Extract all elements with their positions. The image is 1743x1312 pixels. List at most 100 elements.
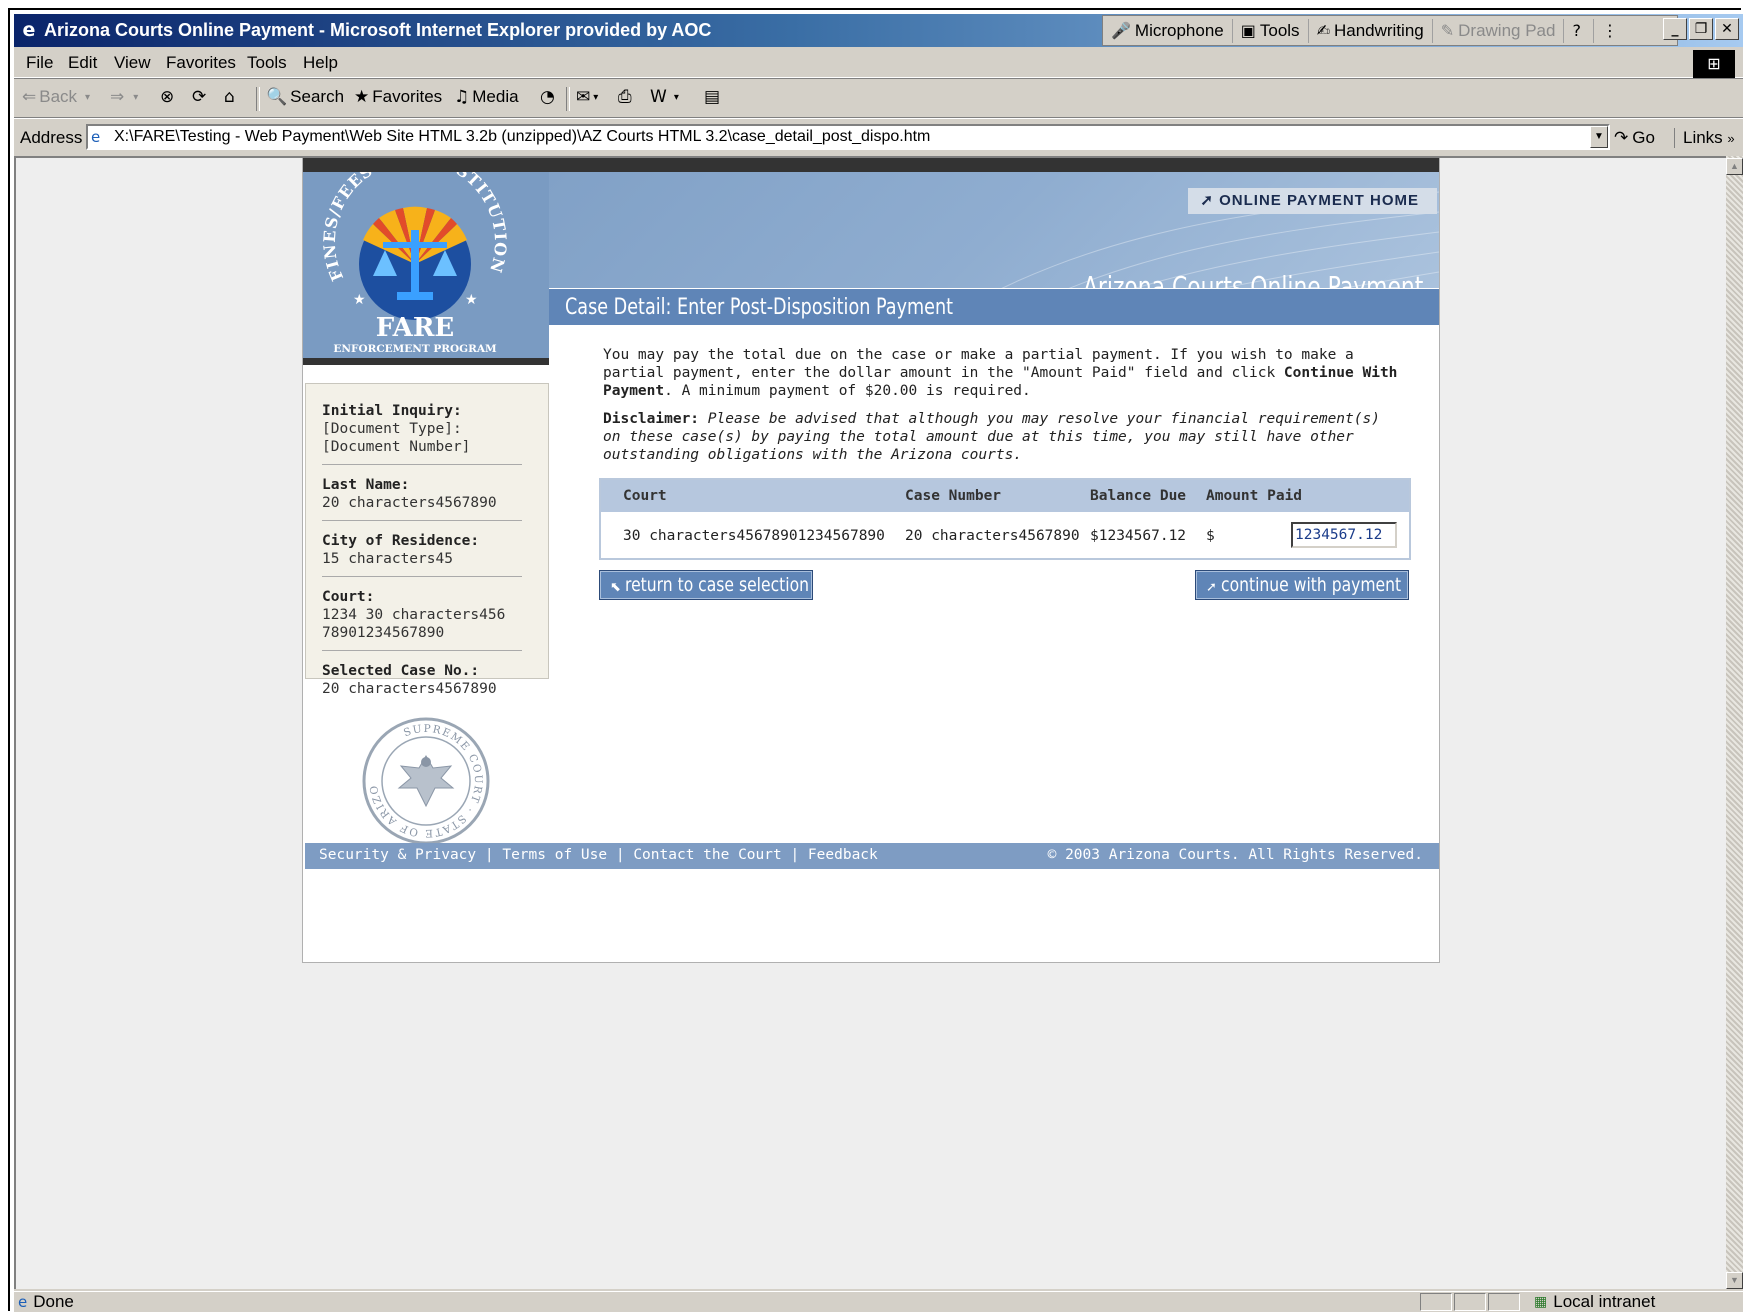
return-to-case-selection-button[interactable]: ⬉ return to case selection: [599, 570, 813, 600]
mail-button[interactable]: ✉ ▾: [576, 87, 601, 107]
ie-logo-icon: e: [22, 19, 36, 41]
menu-file[interactable]: File: [26, 53, 53, 73]
stop-button[interactable]: ⊗: [160, 87, 177, 107]
address-input[interactable]: e X:\FARE\Testing - Web Payment\Web Site…: [86, 124, 1610, 150]
print-button[interactable]: ⎙: [618, 87, 635, 107]
help-button[interactable]: ?: [1564, 18, 1594, 43]
page-footer: Security & Privacy | Terms of Use | Cont…: [305, 843, 1439, 869]
divider: [322, 576, 522, 577]
web-page: ➚ ONLINE PAYMENT HOME Arizona Courts Onl…: [302, 158, 1440, 963]
tools-button[interactable]: ▣ Tools: [1233, 18, 1309, 43]
menu-favorites[interactable]: Favorites: [166, 53, 236, 73]
home-button[interactable]: ⌂: [224, 87, 238, 107]
status-cell: [1488, 1293, 1520, 1311]
menu-view[interactable]: View: [114, 53, 151, 73]
top-strip: [303, 158, 1439, 172]
go-button[interactable]: ↷ Go: [1614, 128, 1655, 148]
feedback-link[interactable]: Feedback: [808, 847, 878, 863]
edit-icon: W: [650, 87, 667, 107]
address-bar: Address e X:\FARE\Testing - Web Payment\…: [14, 118, 1743, 155]
address-url[interactable]: X:\FARE\Testing - Web Payment\Web Site H…: [114, 128, 930, 146]
home-link-label: ONLINE PAYMENT HOME: [1219, 192, 1419, 209]
terms-of-use-link[interactable]: Terms of Use: [502, 847, 607, 863]
page-heading: Case Detail: Enter Post-Disposition Paym…: [565, 295, 954, 320]
last-name-label: Last Name:: [322, 477, 410, 493]
media-button[interactable]: ♫ Media: [454, 87, 519, 107]
status-bar: e Done ▦ Local intranet: [14, 1291, 1743, 1312]
city-value: 15 characters45: [322, 551, 453, 567]
continue-with-payment-button[interactable]: ➚ continue with payment: [1195, 570, 1409, 600]
footer-separator: |: [615, 847, 625, 863]
col-case-number: Case Number: [905, 488, 1002, 504]
arrow-icon: ➚: [1206, 580, 1222, 595]
scroll-up-button[interactable]: ▲: [1726, 158, 1743, 175]
city-label: City of Residence:: [322, 533, 480, 549]
scroll-down-button[interactable]: ▼: [1726, 1272, 1743, 1289]
forward-button[interactable]: ⇒ ▾: [110, 87, 141, 107]
close-button[interactable]: ✕: [1715, 18, 1739, 40]
divider: [322, 650, 522, 651]
title-bar: e Arizona Courts Online Payment - Micros…: [14, 14, 1743, 47]
help-icon: ?: [1572, 21, 1581, 40]
disclaimer-text: Disclaimer: Please be advised that altho…: [603, 410, 1403, 464]
favorites-button[interactable]: ★ Favorites: [354, 87, 442, 107]
chevron-down-icon: ⋮: [1601, 21, 1618, 40]
page-icon: e: [18, 1293, 28, 1311]
microphone-button[interactable]: 🎤 Microphone: [1103, 18, 1233, 43]
court-label: Court:: [322, 589, 375, 605]
search-button[interactable]: 🔍 Search: [266, 87, 344, 107]
address-label: Address: [20, 128, 83, 147]
cell-balance-due: $1234567.12: [1090, 528, 1187, 544]
tools-icon: ▣: [1240, 21, 1256, 40]
discuss-button[interactable]: ▤: [704, 87, 723, 107]
col-balance-due: Balance Due: [1090, 488, 1187, 504]
court: Court: 1234 30 characters456 78901234567…: [322, 588, 522, 642]
back-button[interactable]: ⇐ Back ▾: [22, 87, 93, 107]
menu-help[interactable]: Help: [303, 53, 338, 73]
drawing-pad-button[interactable]: ✎ Drawing Pad: [1433, 18, 1565, 43]
stop-icon: ⊗: [160, 87, 175, 107]
screen: e Arizona Courts Online Payment - Micros…: [0, 0, 1743, 1312]
links-button[interactable]: Links »: [1674, 128, 1735, 148]
star-icon: ★: [465, 291, 478, 307]
security-privacy-link[interactable]: Security & Privacy: [319, 847, 476, 863]
edit-button[interactable]: W ▾: [650, 87, 682, 107]
refresh-button[interactable]: ⟳: [192, 87, 209, 107]
zone-label: Local intranet: [1553, 1292, 1656, 1311]
logo-subtitle: ENFORCEMENT PROGRAM: [333, 343, 497, 355]
favorites-icon: ★: [354, 87, 370, 107]
contact-court-link[interactable]: Contact the Court: [633, 847, 781, 863]
amount-paid-input[interactable]: [1291, 522, 1397, 548]
langbar-options-button[interactable]: ⋮: [1594, 19, 1630, 43]
maximize-button[interactable]: ❐: [1689, 18, 1713, 40]
drawing-pad-icon: ✎: [1440, 21, 1455, 40]
history-button[interactable]: ◔: [540, 87, 558, 107]
menu-bar: File Edit View Favorites Tools Help ⊞: [14, 47, 1743, 78]
vertical-scrollbar[interactable]: ▲ ▼: [1726, 156, 1743, 1289]
intro-text-a: You may pay the total due on the case or…: [603, 347, 1354, 381]
disclaimer-body: Please be advised that although you may …: [603, 411, 1380, 463]
page-icon: e: [91, 128, 101, 146]
home-icon: ⌂: [224, 87, 235, 107]
divider: [322, 464, 522, 465]
minimize-button[interactable]: _: [1663, 18, 1687, 40]
toolbar-separator: [566, 87, 570, 111]
status-cell: [1454, 1293, 1486, 1311]
handwriting-button[interactable]: ✍ Handwriting: [1309, 18, 1433, 43]
windows-logo-icon: ⊞: [1693, 50, 1735, 78]
forward-arrow-icon: ⇒: [110, 87, 125, 107]
menu-edit[interactable]: Edit: [68, 53, 97, 73]
print-icon: ⎙: [618, 87, 632, 107]
history-icon: ◔: [540, 87, 555, 107]
address-dropdown-button[interactable]: ▼: [1590, 126, 1608, 148]
menu-tools[interactable]: Tools: [247, 53, 287, 73]
online-payment-home-link[interactable]: ➚ ONLINE PAYMENT HOME: [1188, 188, 1437, 214]
browser-window: e Arizona Courts Online Payment - Micros…: [14, 14, 1743, 1312]
court-value-line1: 1234 30 characters456: [322, 607, 506, 623]
microphone-icon: 🎤: [1111, 21, 1131, 40]
fare-logo-graphic: FINES/FEES AND RESTITUTION: [320, 158, 510, 355]
disclaimer-label: Disclaimer:: [603, 411, 700, 427]
court-value-line2: 78901234567890: [322, 625, 445, 641]
logo-name: FARE: [376, 313, 455, 343]
favorites-label: Favorites: [372, 87, 443, 106]
